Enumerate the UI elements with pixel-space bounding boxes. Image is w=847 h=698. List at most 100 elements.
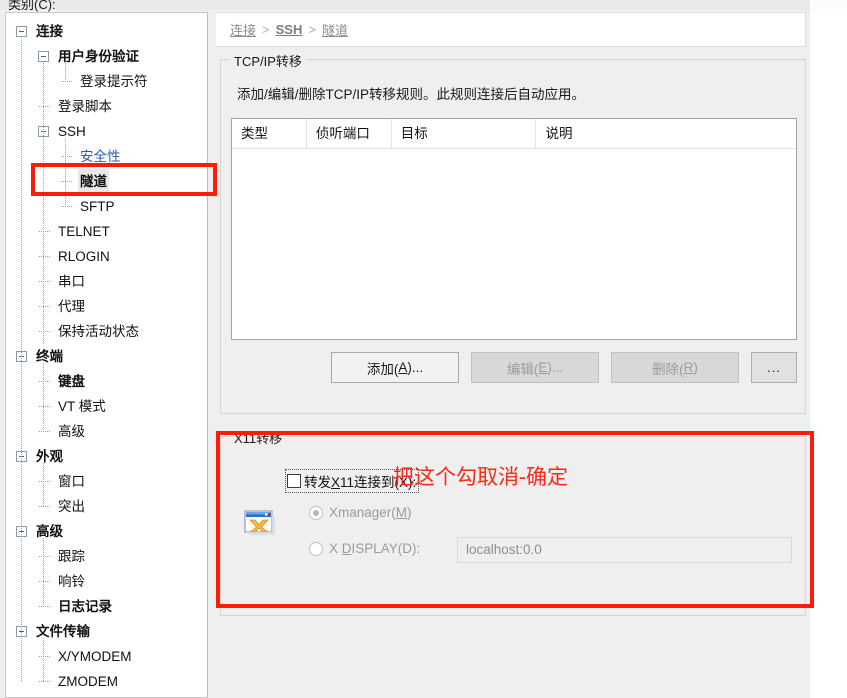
tree-connector <box>39 581 51 582</box>
tree-item-label: ZMODEM <box>58 674 118 689</box>
tree-item-label: VT 模式 <box>58 399 106 414</box>
session-properties-dialog: 类别(C): 连接 用户身份验证 登录提示符 登录脚本 SSH 安全性 隧道 SFTP TELN… <box>0 0 810 698</box>
category-tree[interactable]: 连接用户身份验证登录提示符登录脚本 SSH 安全性 隧道 SFTP TELNET RLOGI… <box>5 12 208 698</box>
tree-item-17[interactable]: 外观 <box>6 444 207 469</box>
more-options-button[interactable]: ... <box>751 352 797 383</box>
tree-item-13[interactable]: 终端 <box>6 344 207 369</box>
tree-connector <box>39 256 51 257</box>
tree-connector-vertical <box>43 638 44 681</box>
tree-item-label: 窗口 <box>58 474 85 489</box>
tree-connector-vertical <box>65 63 66 81</box>
tree-item-19[interactable]: 突出 <box>6 494 207 519</box>
dialog-right-margin-top <box>810 0 847 14</box>
tcpip-group-legend: TCP/IP转移 <box>230 51 306 70</box>
breadcrumb-item-tunneling[interactable]: 隧道 <box>322 20 348 39</box>
tree-item-9[interactable]: RLOGIN <box>6 244 207 269</box>
tree-item-8[interactable]: TELNET <box>6 219 207 244</box>
x11-xdisplay-label[interactable]: X DISPLAY(D): <box>329 541 420 556</box>
breadcrumb-item-connection[interactable]: 连接 <box>230 20 256 39</box>
tree-item-label: TELNET <box>58 224 110 239</box>
tree-item-20[interactable]: 高级 <box>6 519 207 544</box>
column-header-3[interactable]: 说明 <box>536 119 796 148</box>
tree-item-label: 用户身份验证 <box>58 49 139 64</box>
tree-item-14[interactable]: 键盘 <box>6 369 207 394</box>
x11-xdisplay-radio-row[interactable]: X DISPLAY(D): <box>309 541 420 556</box>
column-header-2[interactable]: 目标 <box>392 119 537 148</box>
tree-item-2[interactable]: 登录提示符 <box>6 69 207 94</box>
tree-connector <box>39 381 51 382</box>
tree-item-label: 日志记录 <box>58 599 112 614</box>
tree-expander-icon[interactable] <box>16 26 27 37</box>
tree-item-0[interactable]: 连接 <box>6 19 207 44</box>
tree-item-16[interactable]: 高级 <box>6 419 207 444</box>
tree-connector-vertical <box>43 463 44 506</box>
tree-item-7[interactable]: SFTP <box>6 194 207 219</box>
tree-expander-icon[interactable] <box>38 51 49 62</box>
x11-forwarding-group: X11转移 转发X11连接到(X): 把这个勾取消-确定 Xmanager(M)… <box>220 428 806 616</box>
tree-connector <box>39 481 51 482</box>
tree-connector <box>39 681 51 682</box>
tree-item-label: 连接 <box>36 24 63 39</box>
tree-item-18[interactable]: 窗口 <box>6 469 207 494</box>
tree-item-5[interactable]: 安全性 <box>6 144 207 169</box>
xmanager-icon <box>241 502 279 540</box>
x11-xmanager-radio[interactable] <box>309 505 323 520</box>
tree-item-12[interactable]: 保持活动状态 <box>6 319 207 344</box>
tree-connector <box>61 156 73 157</box>
tree-item-10[interactable]: 串口 <box>6 269 207 294</box>
breadcrumb-separator-2: > <box>308 22 316 37</box>
tree-item-label: 高级 <box>58 424 85 439</box>
tree-connector <box>39 406 51 407</box>
tcpip-forwarding-group: TCP/IP转移 添加/编辑/删除TCP/IP转移规则。此规则连接后自动应用。 … <box>220 51 806 414</box>
tree-connector <box>39 606 51 607</box>
tcpip-rules-listview[interactable]: 类型 侦听端口 目标 说明 <box>231 118 797 340</box>
add-button[interactable]: 添加(A)... <box>331 352 459 383</box>
annotation-text: 把这个勾取消-确定 <box>393 466 568 489</box>
tree-connector <box>39 231 51 232</box>
tree-connector <box>39 281 51 282</box>
x11-xdisplay-input[interactable]: localhost:0.0 <box>457 537 792 563</box>
tree-item-label: 登录提示符 <box>80 74 148 89</box>
tree-item-label: 隧道 <box>78 169 109 194</box>
tree-item-label: 突出 <box>58 499 85 514</box>
tree-connector <box>61 181 73 182</box>
tree-item-label: SFTP <box>80 199 115 214</box>
tree-item-23[interactable]: 日志记录 <box>6 594 207 619</box>
x11-xmanager-label[interactable]: Xmanager(M) <box>329 505 412 520</box>
tree-item-11[interactable]: 代理 <box>6 294 207 319</box>
settings-content-pane: 连接 > SSH > 隧道 TCP/IP转移 添加/编辑/删除TCP/IP转移规… <box>216 12 806 698</box>
x11-forward-checkbox[interactable] <box>287 474 301 488</box>
breadcrumb-item-ssh[interactable]: SSH <box>276 22 303 37</box>
tree-item-label: 高级 <box>36 524 63 539</box>
tree-connector <box>61 81 73 82</box>
tree-item-label: X/YMODEM <box>58 649 132 664</box>
tree-item-4[interactable]: SSH <box>6 119 207 144</box>
tcpip-listview-body[interactable] <box>232 149 796 339</box>
tcpip-description: 添加/编辑/删除TCP/IP转移规则。此规则连接后自动应用。 <box>237 87 586 102</box>
tcpip-listview-header: 类型 侦听端口 目标 说明 <box>232 119 796 149</box>
column-header-1[interactable]: 侦听端口 <box>307 119 392 148</box>
x11-xmanager-radio-row[interactable]: Xmanager(M) <box>309 505 412 520</box>
tree-item-26[interactable]: ZMODEM <box>6 669 207 694</box>
tree-item-25[interactable]: X/YMODEM <box>6 644 207 669</box>
tcpip-button-row: 添加(A)... 编辑(E)... 删除(R) ... <box>231 352 797 384</box>
column-header-0[interactable]: 类型 <box>232 119 307 148</box>
tree-item-22[interactable]: 响铃 <box>6 569 207 594</box>
tree-item-label: 保持活动状态 <box>58 324 139 339</box>
tree-item-label: 串口 <box>58 274 85 289</box>
tree-item-21[interactable]: 跟踪 <box>6 544 207 569</box>
x11-group-legend: X11转移 <box>230 428 287 447</box>
tree-item-label: 跟踪 <box>58 549 85 564</box>
dialog-top-strip <box>0 0 810 10</box>
tree-item-label: 登录脚本 <box>58 99 112 114</box>
x11-xdisplay-radio[interactable] <box>309 541 323 556</box>
tree-item-6[interactable]: 隧道 <box>6 169 207 194</box>
tree-connector <box>39 431 51 432</box>
tree-item-24[interactable]: 文件传输 <box>6 619 207 644</box>
tree-connector <box>61 206 73 207</box>
tree-item-1[interactable]: 用户身份验证 <box>6 44 207 69</box>
tree-item-label: 键盘 <box>58 374 85 389</box>
edit-button: 编辑(E)... <box>471 352 599 383</box>
tree-item-3[interactable]: 登录脚本 <box>6 94 207 119</box>
tree-item-15[interactable]: VT 模式 <box>6 394 207 419</box>
